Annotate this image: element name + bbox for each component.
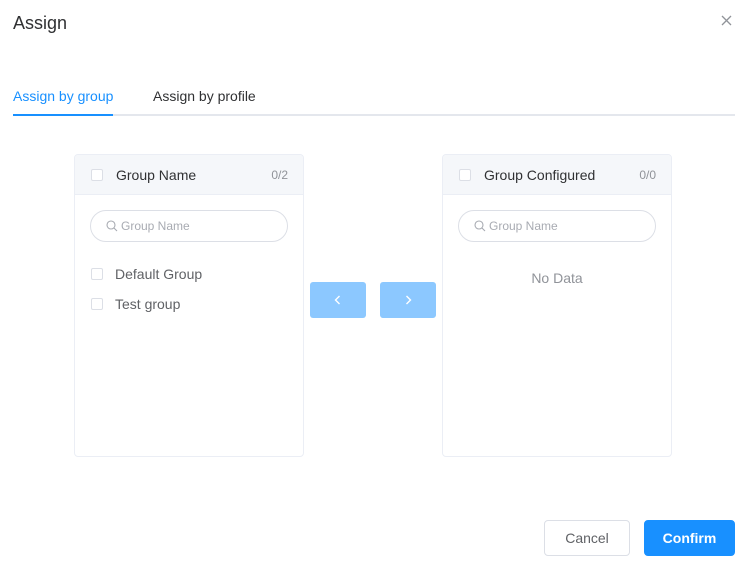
item-label: Test group <box>115 296 181 312</box>
target-panel-header: Group Configured 0/0 <box>443 155 671 195</box>
cancel-button[interactable]: Cancel <box>544 520 630 556</box>
close-icon[interactable] <box>718 12 736 30</box>
target-select-all-checkbox[interactable] <box>459 169 471 181</box>
active-tab-indicator <box>13 114 113 116</box>
source-panel-count: 0/2 <box>271 168 288 182</box>
move-to-right-button[interactable] <box>380 282 436 318</box>
item-checkbox[interactable] <box>91 268 103 280</box>
tab-bar: Assign by group Assign by profile <box>13 80 735 116</box>
item-checkbox[interactable] <box>91 298 103 310</box>
target-panel-title: Group Configured <box>484 167 596 183</box>
source-panel: Group Name 0/2 Default Group Test group <box>74 154 304 457</box>
tab-assign-by-profile[interactable]: Assign by profile <box>153 88 256 104</box>
search-icon <box>106 220 118 232</box>
empty-state-text: No Data <box>531 270 583 286</box>
tab-assign-by-group[interactable]: Assign by group <box>13 88 113 104</box>
source-select-all-checkbox[interactable] <box>91 169 103 181</box>
item-label: Default Group <box>115 266 203 282</box>
target-panel: Group Configured 0/0 No Data <box>442 154 672 457</box>
confirm-button[interactable]: Confirm <box>644 520 735 556</box>
search-icon <box>474 220 486 232</box>
target-search-input[interactable] <box>489 215 649 237</box>
source-panel-title: Group Name <box>116 167 197 183</box>
source-search-input[interactable] <box>121 215 281 237</box>
target-panel-count: 0/0 <box>639 168 656 182</box>
chevron-right-icon <box>406 295 412 305</box>
source-panel-header: Group Name 0/2 <box>75 155 303 195</box>
assign-dialog: Assign Assign by group Assign by profile… <box>0 0 741 562</box>
source-search <box>90 210 288 242</box>
dialog-title: Assign <box>13 13 68 33</box>
move-to-left-button[interactable] <box>310 282 366 318</box>
tab-baseline <box>13 114 735 116</box>
chevron-left-icon <box>334 295 340 305</box>
target-search <box>458 210 656 242</box>
